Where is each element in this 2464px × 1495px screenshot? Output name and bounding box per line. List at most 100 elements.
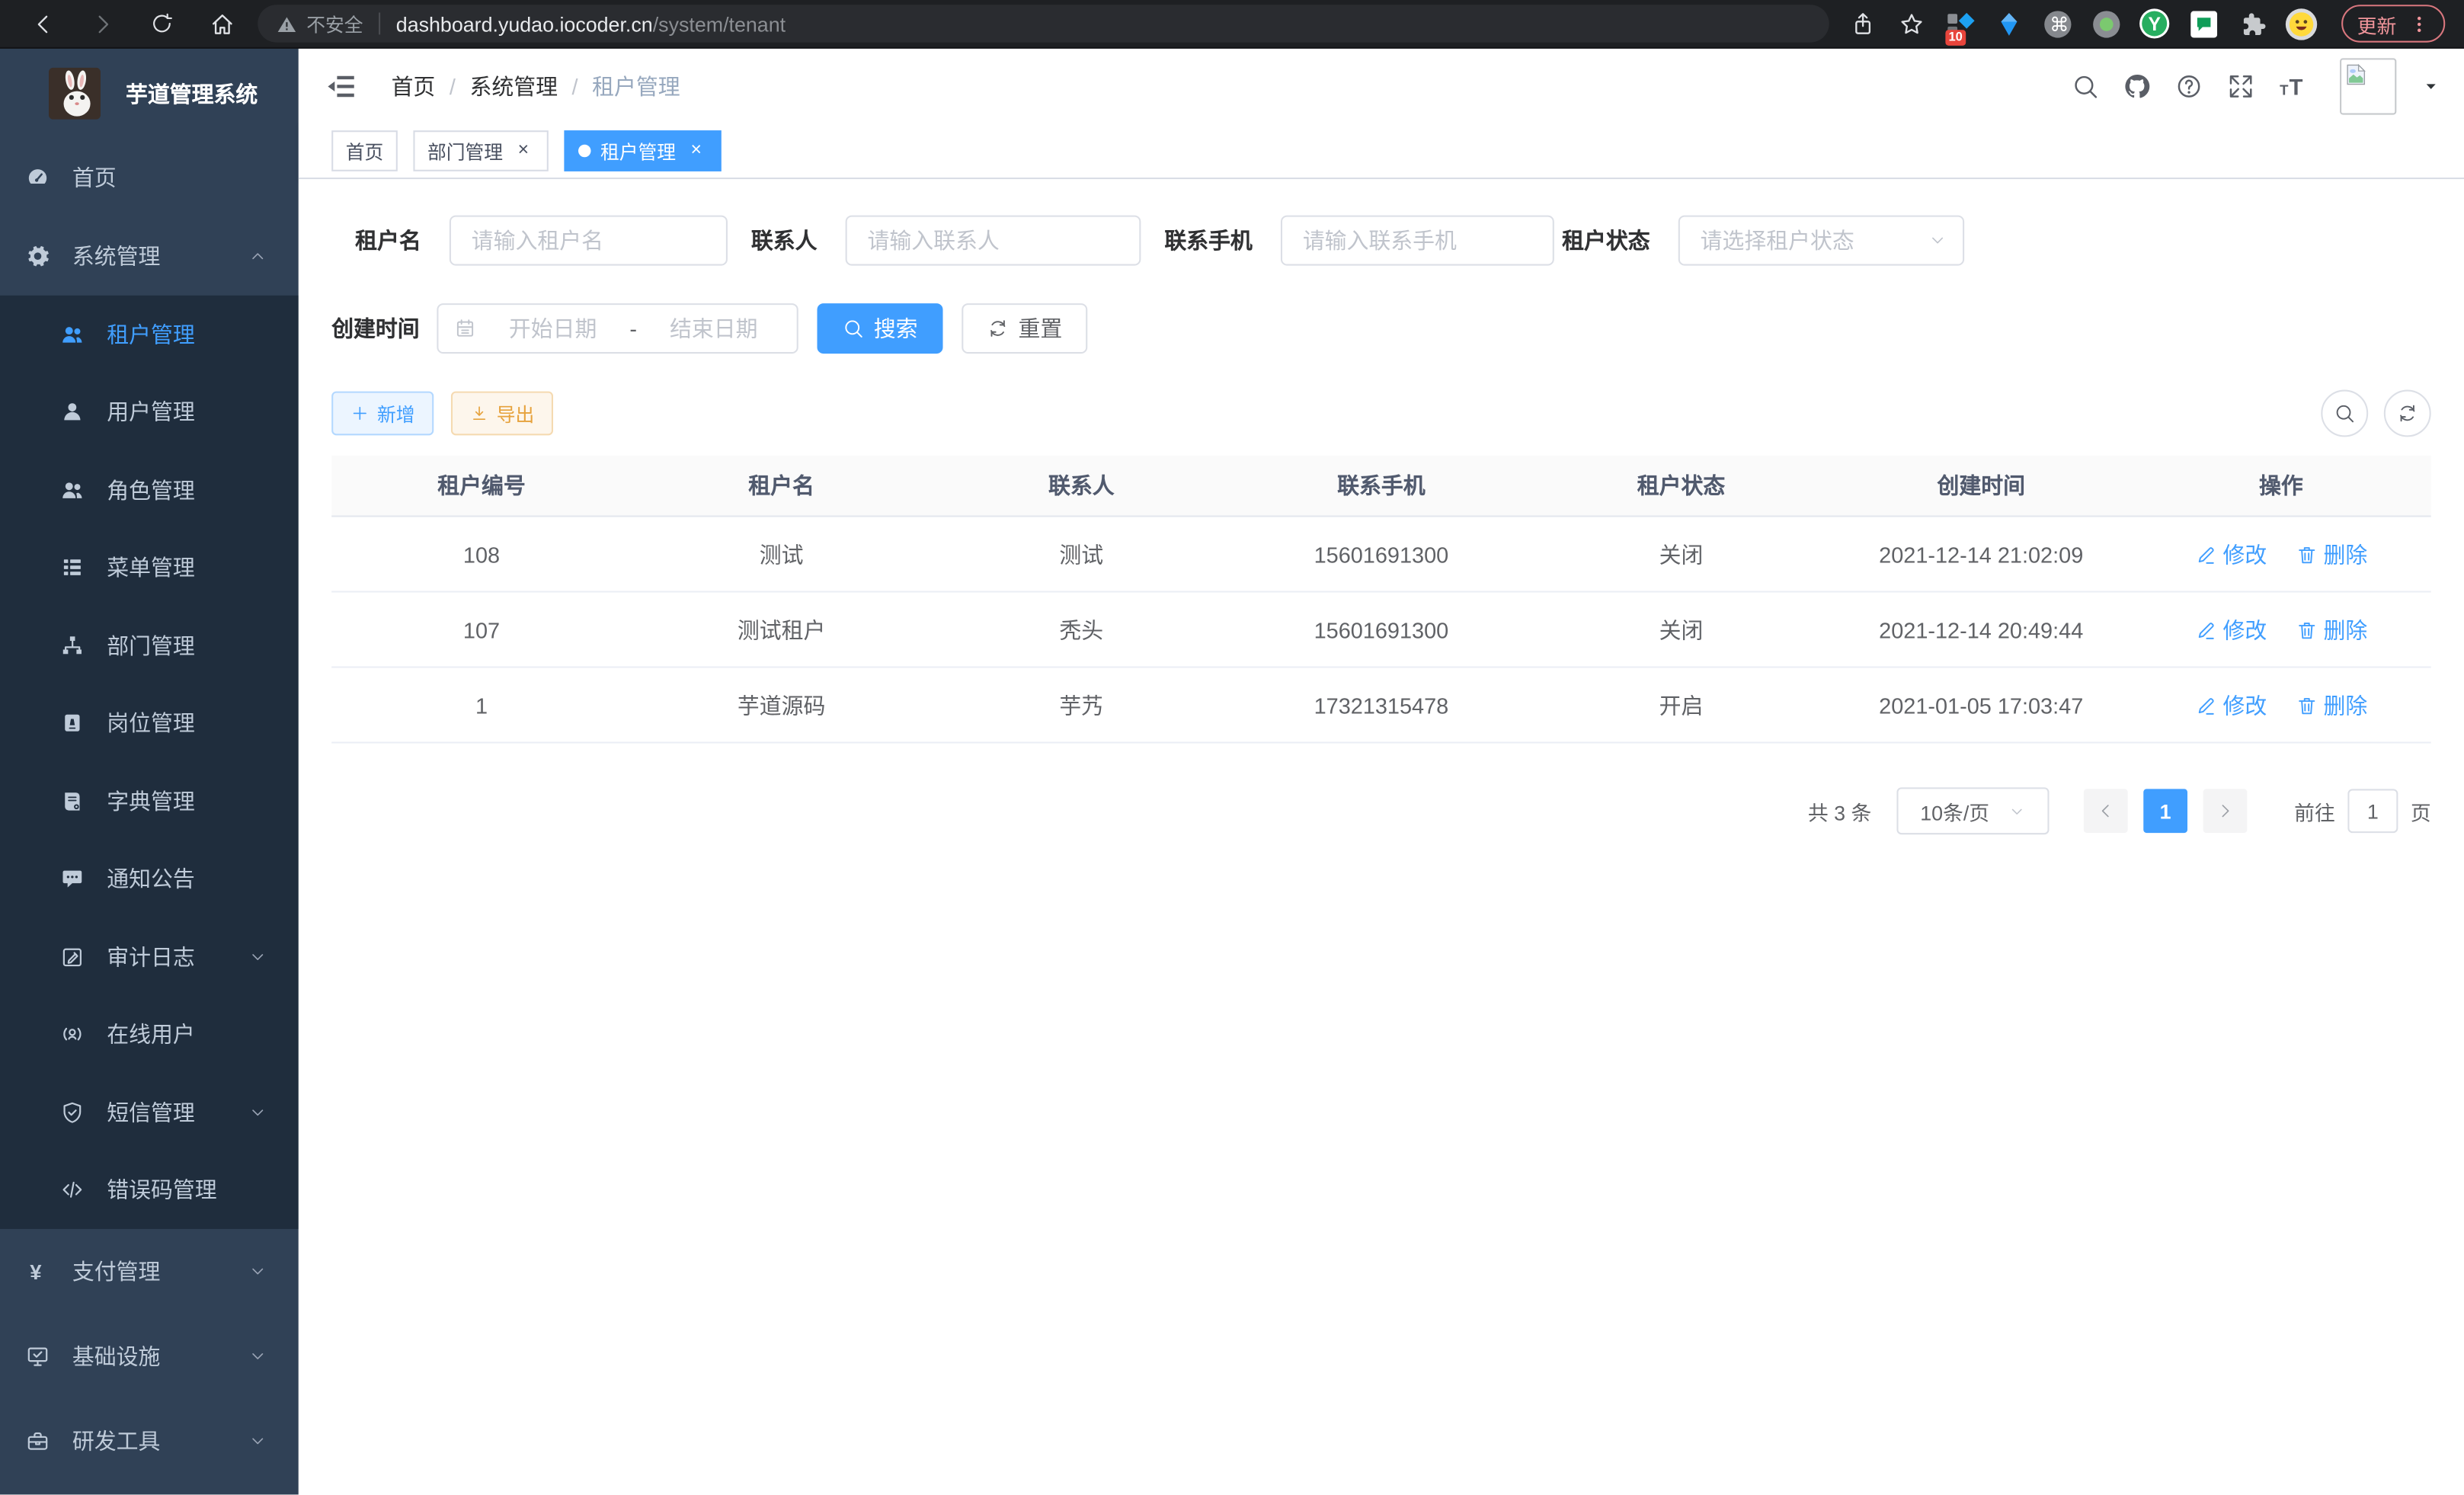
sidebar-item-label: 基础设施 xyxy=(72,1340,161,1372)
column-header-status: 租户状态 xyxy=(1531,456,1832,515)
sidebar-item-post[interactable]: 岗位管理 xyxy=(0,684,299,762)
search-icon[interactable] xyxy=(2071,72,2099,101)
delete-link[interactable]: 删除 xyxy=(2295,689,2367,720)
delete-link-label: 删除 xyxy=(2324,613,2368,645)
sidebar-item-label: 在线用户 xyxy=(107,1019,195,1050)
tab-dept[interactable]: 部门管理 × xyxy=(413,130,548,171)
page-number-button[interactable]: 1 xyxy=(2143,789,2187,833)
share-icon[interactable] xyxy=(1845,6,1879,40)
caret-down-icon[interactable] xyxy=(2423,78,2439,94)
extension-dot-icon[interactable] xyxy=(2088,6,2123,40)
sidebar-item-home[interactable]: 首页 xyxy=(0,139,299,217)
contact-name-input[interactable] xyxy=(846,216,1141,266)
sidebar-item-error-code[interactable]: 错误码管理 xyxy=(0,1151,299,1229)
bookmark-star-icon[interactable] xyxy=(1893,6,1928,40)
fullscreen-icon[interactable] xyxy=(2227,72,2255,101)
app-logo[interactable]: 芋道管理系统 xyxy=(0,49,299,139)
sidebar-item-label: 用户管理 xyxy=(107,396,195,427)
dashboard-icon xyxy=(25,165,50,190)
browser-menu-dots-icon[interactable] xyxy=(2409,14,2430,34)
address-bar[interactable]: 不安全 dashboard.yudao.iocoder.cn/system/te… xyxy=(258,5,1829,43)
url-domain: dashboard.yudao.iocoder.cn xyxy=(396,11,653,35)
search-button[interactable]: 搜索 xyxy=(818,303,943,354)
sidebar-item-audit-log[interactable]: 审计日志 xyxy=(0,918,299,996)
sidebar-item-label: 菜单管理 xyxy=(107,552,195,583)
page-size-select[interactable]: 10条/页 xyxy=(1896,787,2049,834)
sidebar-item-sms[interactable]: 短信管理 xyxy=(0,1074,299,1151)
table-row: 107 测试租户 秃头 15601691300 关闭 2021-12-14 20… xyxy=(331,593,2431,668)
tenant-page: 租户名 联系人 联系手机 租户状态 请选择租户状态 创建时间 xyxy=(299,179,2464,1494)
sidebar-item-notice[interactable]: 通知公告 xyxy=(0,840,299,917)
delete-trash-icon xyxy=(2295,543,2317,565)
sidebar-item-dept[interactable]: 部门管理 xyxy=(0,607,299,684)
sidebar-item-label: 支付管理 xyxy=(72,1256,161,1287)
browser-forward-icon[interactable] xyxy=(72,2,132,46)
export-button[interactable]: 导出 xyxy=(451,392,553,436)
browser-home-icon[interactable] xyxy=(192,2,251,46)
sidebar-item-dict[interactable]: 字典管理 xyxy=(0,762,299,840)
tab-home[interactable]: 首页 xyxy=(331,130,398,171)
show-search-button[interactable] xyxy=(2321,390,2368,437)
create-time-range-picker[interactable]: 开始日期 - 结束日期 xyxy=(437,303,798,354)
navbar: 首页 / 系统管理 / 租户管理 xyxy=(299,49,2464,124)
security-chip[interactable]: 不安全 xyxy=(277,10,363,37)
sidebar-item-system[interactable]: 系统管理 xyxy=(0,217,299,296)
sidebar-item-pay[interactable]: 支付管理 xyxy=(0,1229,299,1314)
font-size-icon[interactable] xyxy=(2279,72,2307,101)
edit-link[interactable]: 修改 xyxy=(2194,538,2267,569)
close-icon[interactable]: × xyxy=(512,140,534,162)
close-icon[interactable]: × xyxy=(685,140,707,162)
extension-squares-icon[interactable]: 10 xyxy=(1942,6,1976,40)
edit-link[interactable]: 修改 xyxy=(2194,613,2267,645)
browser-back-icon[interactable] xyxy=(13,2,72,46)
sidebar-item-label: 租户管理 xyxy=(107,319,195,350)
reset-button[interactable]: 重置 xyxy=(962,303,1087,354)
tenant-status-placeholder: 请选择租户状态 xyxy=(1701,225,1854,256)
sidebar-item-label: 研发工具 xyxy=(72,1426,161,1457)
breadcrumb-system[interactable]: 系统管理 xyxy=(469,71,558,102)
profile-avatar[interactable] xyxy=(2283,6,2318,40)
sidebar-item-menu[interactable]: 菜单管理 xyxy=(0,529,299,607)
search-icon xyxy=(843,318,865,340)
cell-id: 107 xyxy=(331,593,632,667)
contact-mobile-input[interactable] xyxy=(1281,216,1554,266)
extension-gem-icon[interactable] xyxy=(1991,6,2025,40)
omnibox-divider xyxy=(379,13,380,35)
sidebar-item-role[interactable]: 角色管理 xyxy=(0,451,299,529)
extension-chat-icon[interactable] xyxy=(2186,6,2220,40)
edit-link[interactable]: 修改 xyxy=(2194,689,2267,720)
goto-page-input[interactable] xyxy=(2347,789,2398,833)
browser-toolbar: 不安全 dashboard.yudao.iocoder.cn/system/te… xyxy=(0,0,2464,49)
sidebar-item-tenant[interactable]: 租户管理 xyxy=(0,296,299,373)
download-icon xyxy=(470,404,489,423)
extension-command-icon[interactable] xyxy=(2040,6,2074,40)
add-button-label: 新增 xyxy=(377,400,415,427)
create-time-label: 创建时间 xyxy=(331,312,437,344)
extensions-puzzle-icon[interactable] xyxy=(2235,6,2269,40)
delete-link[interactable]: 删除 xyxy=(2295,613,2367,645)
add-button[interactable]: 新增 xyxy=(331,392,434,436)
browser-reload-icon[interactable] xyxy=(132,2,191,46)
tenant-name-input[interactable] xyxy=(450,216,728,266)
next-page-button[interactable] xyxy=(2203,789,2248,833)
help-icon[interactable] xyxy=(2175,72,2203,101)
sidebar-fold-icon[interactable] xyxy=(325,71,357,102)
chevron-right-icon xyxy=(2216,802,2235,821)
sidebar-item-devtool[interactable]: 研发工具 xyxy=(0,1399,299,1484)
user-avatar[interactable] xyxy=(2340,58,2396,114)
sidebar-item-infra[interactable]: 基础设施 xyxy=(0,1314,299,1398)
table-header-row: 租户编号 租户名 联系人 联系手机 租户状态 创建时间 操作 xyxy=(331,456,2431,517)
breadcrumb-home[interactable]: 首页 xyxy=(392,71,436,102)
extension-y-icon[interactable] xyxy=(2137,6,2171,40)
tab-label: 部门管理 xyxy=(427,137,503,164)
tab-tenant[interactable]: 租户管理 × xyxy=(565,130,722,171)
refresh-table-button[interactable] xyxy=(2384,390,2431,437)
prev-page-button[interactable] xyxy=(2084,789,2128,833)
github-icon[interactable] xyxy=(2123,72,2151,101)
browser-update-button[interactable]: 更新 xyxy=(2341,5,2445,43)
tenant-status-select[interactable]: 请选择租户状态 xyxy=(1678,216,1964,266)
delete-link[interactable]: 删除 xyxy=(2295,538,2367,569)
column-header-name: 租户名 xyxy=(632,456,932,515)
sidebar-item-user[interactable]: 用户管理 xyxy=(0,373,299,451)
sidebar-item-online-user[interactable]: 在线用户 xyxy=(0,996,299,1074)
